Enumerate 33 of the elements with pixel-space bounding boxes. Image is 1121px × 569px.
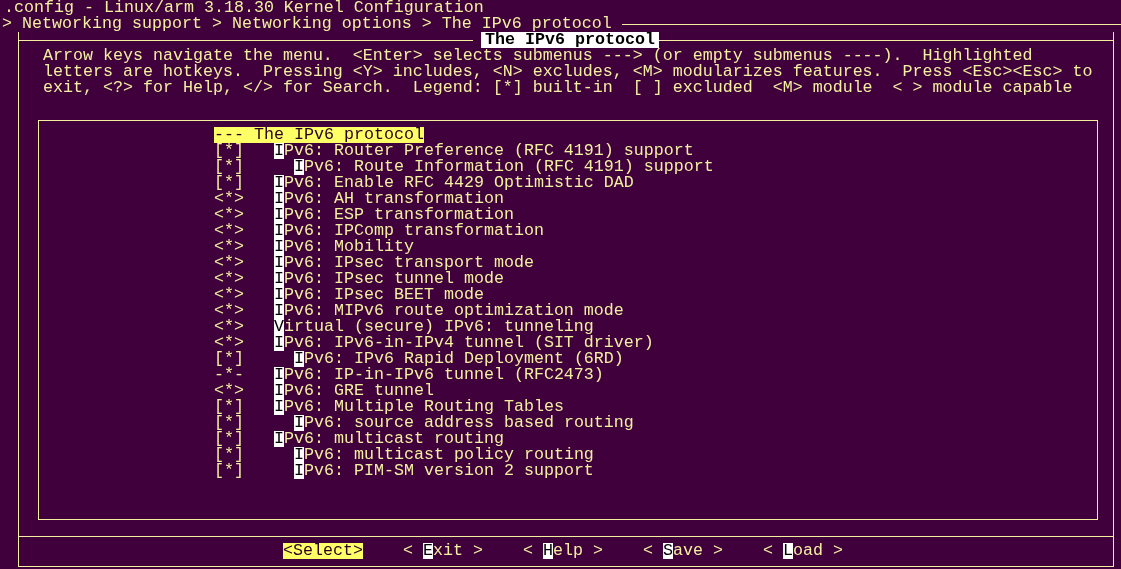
window-title: .config - Linux/arm 3.18.30 Kernel Configuration [4,0,484,17]
menu-header[interactable]: --- The IPv6 protocol [214,127,424,143]
menu-item[interactable]: [*] IPv6: multicast policy routing [214,447,594,463]
menu-item[interactable]: <*> IPv6: IPsec tunnel mode [214,271,504,287]
menu-item[interactable]: [*] IPv6: multicast routing [214,431,504,447]
help-text: exit, <?> for Help, </> for Search. Legend: [*] built-in [ ] excluded <M> module < > module capable [43,80,1074,96]
menu-item[interactable]: <*> IPv6: ESP transformation [214,207,514,223]
dialog-button[interactable]: < Save > [642,543,723,559]
menu-item[interactable]: [*] IPv6: Router Preference (RFC 4191) support [214,143,694,159]
dialog-title: The IPv6 protocol [481,32,659,48]
dialog-button[interactable]: < Help > [522,543,603,559]
menu-item[interactable]: <*> IPv6: IPsec transport mode [214,255,534,271]
help-text: Arrow keys navigate the menu. <Enter> selects submenus ---> (or empty submenus ----). Highlighted [43,48,1034,64]
dialog-button[interactable]: < Load > [762,543,843,559]
menu-item[interactable]: <*> Virtual (secure) IPv6: tunneling [214,319,594,335]
menu-item[interactable]: <*> IPv6: Mobility [214,239,414,255]
menu-item[interactable]: <*> IPv6: IPComp transformation [214,223,544,239]
menu-item[interactable]: [*] IPv6: PIM-SM version 2 support [214,463,594,479]
menu-item[interactable]: <*> IPv6: IPsec BEET mode [214,287,484,303]
menu-item[interactable]: [*] IPv6: Multiple Routing Tables [214,399,564,415]
dialog-button[interactable]: <Select> [283,543,363,559]
menu-item[interactable]: <*> IPv6: AH transformation [214,191,504,207]
menu-item[interactable]: <*> IPv6: GRE tunnel [214,383,434,399]
menu-item[interactable]: [*] IPv6: IPv6 Rapid Deployment (6RD) [214,351,624,367]
breadcrumb: > Networking support > Networking options > The IPv6 protocol [2,16,612,32]
menu-item[interactable]: <*> IPv6: IPv6-in-IPv4 tunnel (SIT driver) [214,335,654,351]
menu-item[interactable]: [*] IPv6: Route Information (RFC 4191) support [214,159,714,175]
menu-item[interactable]: <*> IPv6: MIPv6 route optimization mode [214,303,624,319]
help-text: letters are hotkeys. Pressing <Y> includes, <N> excludes, <M> modularizes features. Press <Esc><Esc> to [43,64,1094,80]
menu-item[interactable]: [*] IPv6: source address based routing [214,415,634,431]
menu-item[interactable]: -*- IPv6: IP-in-IPv6 tunnel (RFC2473) [214,367,604,383]
menu-item[interactable]: [*] IPv6: Enable RFC 4429 Optimistic DAD [214,175,634,191]
dialog-button[interactable]: < Exit > [402,543,483,559]
